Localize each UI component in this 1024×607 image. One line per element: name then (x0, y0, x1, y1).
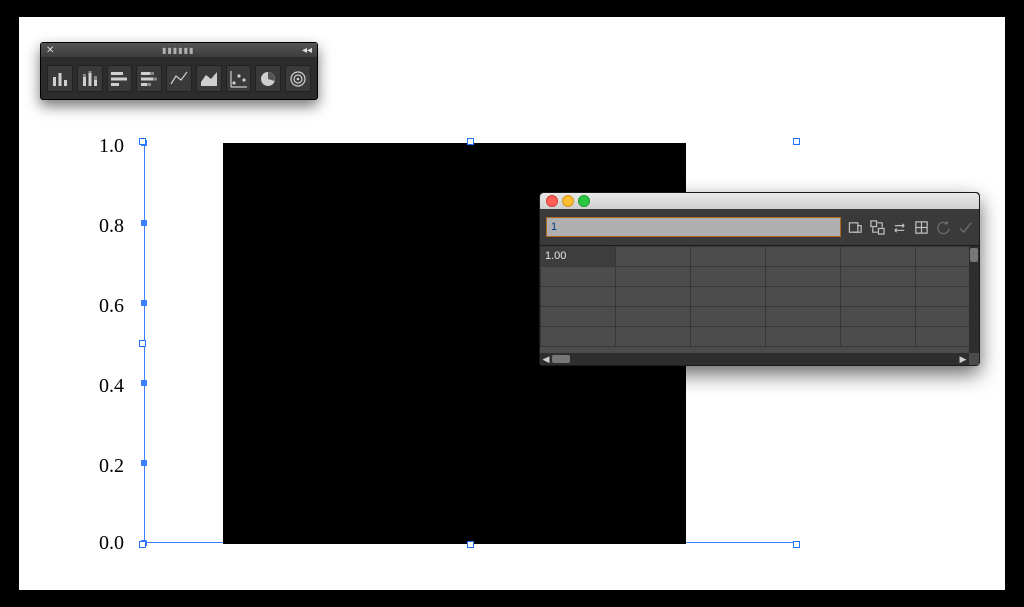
data-cell[interactable] (691, 247, 766, 267)
close-icon[interactable]: ✕ (46, 45, 54, 56)
vertical-scroll-thumb[interactable] (970, 248, 978, 262)
y-axis-tick-label: 0.8 (84, 216, 124, 236)
palette-grip-icon[interactable]: ▮▮▮▮▮▮ (54, 46, 302, 55)
y-axis-tick-label: 0.2 (84, 456, 124, 476)
data-cell[interactable] (541, 327, 616, 347)
data-cell[interactable] (841, 287, 916, 307)
transpose-icon[interactable] (869, 219, 885, 235)
data-cell[interactable] (766, 247, 841, 267)
cell-entry-field[interactable]: 1 (546, 217, 841, 237)
data-window-title-bar[interactable] (540, 193, 979, 209)
y-axis-tick-label: 0.0 (84, 533, 124, 553)
scatter-chart-button[interactable] (226, 65, 252, 92)
data-cell[interactable] (691, 327, 766, 347)
zoom-window-button[interactable] (578, 195, 590, 207)
data-cell[interactable] (541, 307, 616, 327)
data-cell[interactable] (541, 287, 616, 307)
data-cell[interactable] (616, 287, 691, 307)
line-chart-button[interactable] (166, 65, 192, 92)
data-cell[interactable] (766, 267, 841, 287)
data-cell[interactable] (616, 327, 691, 347)
data-cell[interactable] (616, 267, 691, 287)
data-cell[interactable]: 1.00 (541, 247, 616, 267)
data-cell[interactable] (841, 247, 916, 267)
data-window-toolbar: 1 (540, 209, 979, 245)
horizontal-scroll-thumb[interactable] (552, 355, 570, 363)
horizontal-scrollbar[interactable]: ◀ ▶ (540, 353, 969, 365)
stacked-column-chart-button[interactable] (77, 65, 103, 92)
collapse-icon[interactable]: ◂◂ (302, 45, 312, 56)
palette-title-bar[interactable]: ✕ ▮▮▮▮▮▮ ◂◂ (41, 43, 317, 57)
minimize-window-button[interactable] (562, 195, 574, 207)
pie-chart-button[interactable] (255, 65, 281, 92)
bar-chart-button[interactable] (107, 65, 133, 92)
graph-data-window[interactable]: 1 1.00 (539, 192, 980, 366)
radar-chart-button[interactable] (285, 65, 311, 92)
data-cell[interactable] (841, 267, 916, 287)
cell-style-icon[interactable] (913, 219, 929, 235)
scroll-left-arrow-icon[interactable]: ◀ (540, 353, 552, 365)
y-axis-tick-label: 0.6 (84, 296, 124, 316)
stacked-bar-chart-button[interactable] (136, 65, 162, 92)
data-cell[interactable] (766, 287, 841, 307)
switch-xy-icon[interactable] (891, 219, 907, 235)
column-chart-button[interactable] (47, 65, 73, 92)
scroll-right-arrow-icon[interactable]: ▶ (957, 353, 969, 365)
data-cell[interactable] (766, 307, 841, 327)
data-cell[interactable] (541, 267, 616, 287)
apply-icon (957, 219, 973, 235)
import-data-icon[interactable] (847, 219, 863, 235)
data-cell[interactable] (691, 287, 766, 307)
y-axis-tick-label: 0.4 (84, 376, 124, 396)
chart-type-palette[interactable]: ✕ ▮▮▮▮▮▮ ◂◂ (40, 42, 318, 100)
vertical-scrollbar[interactable] (969, 246, 979, 353)
area-chart-button[interactable] (196, 65, 222, 92)
data-cell[interactable] (616, 247, 691, 267)
data-grid[interactable]: 1.00 ◀ ▶ (540, 245, 979, 365)
data-cell[interactable] (841, 327, 916, 347)
revert-icon (935, 219, 951, 235)
data-cell[interactable] (691, 267, 766, 287)
data-cell[interactable] (841, 307, 916, 327)
close-window-button[interactable] (546, 195, 558, 207)
data-cell[interactable] (766, 327, 841, 347)
data-cell[interactable] (616, 307, 691, 327)
data-cell[interactable] (691, 307, 766, 327)
y-axis-tick-label: 1.0 (84, 136, 124, 156)
